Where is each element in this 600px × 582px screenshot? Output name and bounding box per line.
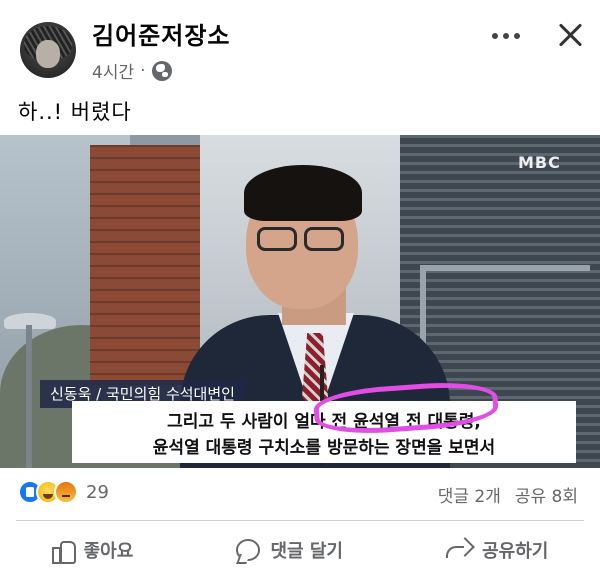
post-image[interactable]: MBC 신동욱 / 국민의힘 수석대변인 그리고 두 사람이 얼마 전 윤석열 … (0, 135, 600, 468)
like-button[interactable]: 좋아요 (40, 531, 146, 569)
globe-icon[interactable] (151, 60, 172, 81)
post-header: 김어준저장소 4시간 · (0, 0, 600, 88)
comment-label: 댓글 달기 (270, 541, 343, 562)
share-icon (446, 540, 472, 560)
reaction-count: 29 (86, 481, 109, 503)
caption-line-2: 윤석열 대통령 구치소를 방문하는 장면을 보면서 (152, 438, 496, 458)
share-label: 공유하기 (482, 541, 549, 562)
share-button[interactable]: 공유하기 (434, 531, 560, 569)
meta-separator: · (140, 60, 146, 81)
post-time[interactable]: 4시간 (92, 58, 134, 83)
like-label: 좋아요 (83, 541, 134, 562)
glasses-left (257, 227, 297, 251)
image-lamp-pole (26, 325, 32, 468)
comment-button[interactable]: 댓글 달기 (224, 531, 355, 569)
comment-icon (236, 539, 261, 561)
action-bar: 좋아요 댓글 달기 공유하기 (0, 528, 600, 572)
comment-count[interactable]: 댓글 2개 (438, 482, 501, 507)
post-meta: 4시간 · (92, 58, 172, 83)
avatar-face (36, 40, 60, 68)
author-name[interactable]: 김어준저장소 (92, 16, 230, 51)
share-count[interactable]: 공유 8회 (515, 482, 578, 507)
divider (16, 520, 584, 521)
reactions-summary[interactable]: 29 (18, 480, 109, 504)
more-options-icon[interactable] (492, 26, 528, 46)
post-text: 하..! 버렸다 (18, 100, 132, 124)
avatar[interactable] (20, 22, 76, 78)
thumbs-up-icon (51, 539, 76, 564)
close-icon[interactable] (552, 18, 588, 54)
glasses-right (304, 227, 344, 251)
mbc-logo: MBC (518, 153, 561, 172)
post-stats: 댓글 2개 공유 8회 (438, 482, 578, 507)
man-hair (244, 165, 362, 221)
angry-icon (54, 480, 78, 504)
